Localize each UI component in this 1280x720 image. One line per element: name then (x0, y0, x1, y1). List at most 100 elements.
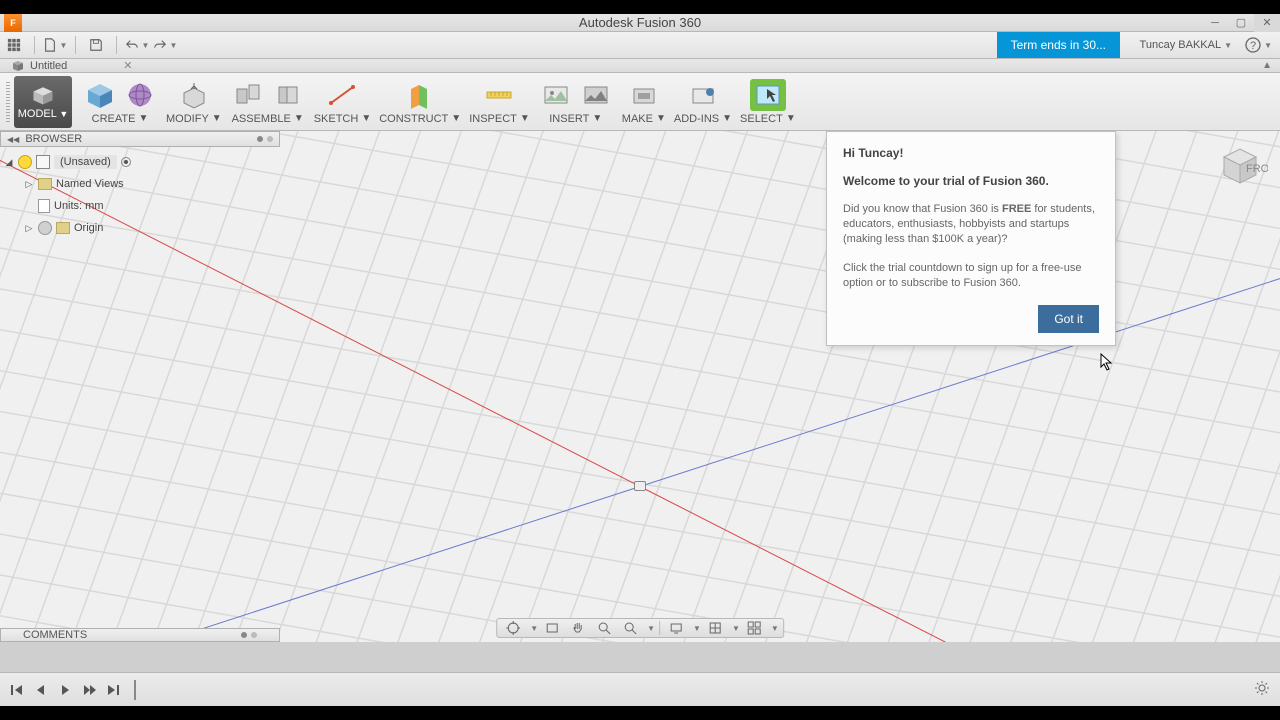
ribbon-group-inspect: INSPECT ▼ (469, 79, 530, 125)
viewport-button[interactable] (742, 619, 766, 637)
expand-icon[interactable]: ▷ (24, 223, 34, 234)
ribbon-group-create: CREATE ▼ (82, 79, 158, 125)
redo-button[interactable]: ▼ (151, 34, 179, 56)
file-menu-button[interactable]: ▼ (41, 34, 69, 56)
got-it-button[interactable]: Got it (1038, 305, 1099, 333)
tree-units[interactable]: Units: mm (0, 195, 280, 217)
grid-settings-button[interactable] (703, 619, 727, 637)
tree-named-views[interactable]: ▷ Named Views (0, 173, 280, 195)
popup-greeting: Hi Tuncay! (843, 146, 1099, 160)
viewcube[interactable]: FRONT (1212, 137, 1268, 193)
timeline-settings-button[interactable] (1254, 680, 1270, 699)
comments-title: COMMENTS (23, 629, 87, 641)
comments-panel[interactable]: COMMENTS (0, 628, 280, 642)
assemble-menu[interactable]: ASSEMBLE ▼ (232, 113, 304, 125)
ribbon-group-addins: ADD-INS ▼ (674, 79, 732, 125)
close-tab-icon[interactable]: ✕ (123, 59, 132, 72)
ribbon-group-assemble: ASSEMBLE ▼ (230, 79, 306, 125)
document-name: Untitled (30, 60, 67, 72)
save-button[interactable] (82, 34, 110, 56)
zoom-button[interactable] (592, 619, 616, 637)
as-built-joint-icon[interactable] (270, 79, 306, 111)
line-tool-icon[interactable] (324, 79, 360, 111)
tree-root[interactable]: ◢ (Unsaved) (0, 151, 280, 173)
viewport[interactable]: FRONT ◀◀ BROWSER ◢ (Unsaved) ▷ (0, 131, 1280, 642)
window-controls: ─ ▢ ✕ (1202, 14, 1280, 32)
trial-countdown-button[interactable]: Term ends in 30... (997, 32, 1120, 58)
box-tool-icon[interactable] (82, 79, 118, 111)
component-icon (36, 155, 50, 169)
create-menu[interactable]: CREATE ▼ (92, 113, 149, 125)
select-tool-icon[interactable] (750, 79, 786, 111)
browser-tree: ◢ (Unsaved) ▷ Named Views Units: mm ▷ (0, 147, 280, 243)
construct-menu[interactable]: CONSTRUCT ▼ (379, 113, 461, 125)
sketch-menu[interactable]: SKETCH ▼ (314, 113, 372, 125)
addins-menu[interactable]: ADD-INS ▼ (674, 113, 732, 125)
timeline-prev-button[interactable] (32, 680, 50, 700)
measure-icon[interactable] (481, 79, 517, 111)
popup-welcome: Welcome to your trial of Fusion 360. (843, 174, 1099, 188)
joint-icon[interactable] (230, 79, 266, 111)
timeline-end-button[interactable] (104, 680, 122, 700)
3d-print-icon[interactable] (626, 79, 662, 111)
ribbon-group-insert: INSERT ▼ (538, 79, 614, 125)
minimize-button[interactable]: ─ (1202, 14, 1228, 32)
collapse-browser-icon[interactable]: ◀◀ (7, 135, 19, 144)
insert-decal-icon[interactable] (538, 79, 574, 111)
origin-marker[interactable] (634, 481, 646, 491)
look-at-button[interactable] (540, 619, 564, 637)
ribbon-group-modify: MODIFY ▼ (166, 79, 222, 125)
folder-icon (38, 178, 52, 190)
insert-menu[interactable]: INSERT ▼ (549, 113, 602, 125)
addins-icon[interactable] (685, 79, 721, 111)
timeline-marker[interactable] (134, 680, 136, 700)
document-tabs: Untitled ✕ ▲ (0, 59, 1280, 73)
close-button[interactable]: ✕ (1254, 14, 1280, 32)
pan-button[interactable] (566, 619, 590, 637)
timeline-play-button[interactable] (56, 680, 74, 700)
welcome-popup: Hi Tuncay! Welcome to your trial of Fusi… (826, 131, 1116, 346)
visibility-off-icon[interactable] (38, 221, 52, 235)
timeline-next-button[interactable] (80, 680, 98, 700)
expand-icon[interactable]: ◢ (4, 157, 14, 168)
app-title: Autodesk Fusion 360 (579, 15, 701, 30)
modify-menu[interactable]: MODIFY ▼ (166, 113, 222, 125)
undo-button[interactable]: ▼ (123, 34, 151, 56)
user-menu-button[interactable]: Tuncay BAKKAL▼ (1140, 39, 1232, 51)
display-settings-button[interactable] (664, 619, 688, 637)
browser-header[interactable]: ◀◀ BROWSER (0, 131, 280, 147)
document-icon (12, 60, 24, 72)
origin-label: Origin (74, 222, 103, 234)
visibility-icon[interactable] (18, 155, 32, 169)
document-tab[interactable]: Untitled ✕ (6, 59, 139, 73)
data-panel-button[interactable] (0, 34, 28, 56)
tree-origin[interactable]: ▷ Origin (0, 217, 280, 239)
workspace-switcher[interactable]: MODEL ▼ (14, 76, 72, 128)
expand-icon[interactable]: ▷ (24, 179, 34, 190)
fit-button[interactable] (618, 619, 642, 637)
ribbon-group-make: MAKE ▼ (622, 79, 666, 125)
make-menu[interactable]: MAKE ▼ (622, 113, 666, 125)
svg-text:FRONT: FRONT (1246, 163, 1268, 175)
navigation-bar: ▼ ▼ ▼ ▼ ▼ (496, 618, 784, 638)
sphere-tool-icon[interactable] (122, 79, 158, 111)
collapse-ribbon-icon[interactable]: ▲ (1262, 60, 1272, 71)
maximize-button[interactable]: ▢ (1228, 14, 1254, 32)
popup-paragraph-1: Did you know that Fusion 360 is FREE for… (843, 202, 1099, 247)
document-icon (38, 199, 50, 213)
timeline-start-button[interactable] (8, 680, 26, 700)
browser-panel: ◀◀ BROWSER ◢ (Unsaved) ▷ Named Views (0, 131, 280, 243)
named-views-label: Named Views (56, 178, 124, 190)
press-pull-icon[interactable] (176, 79, 212, 111)
units-label: Units: mm (54, 200, 104, 212)
construct-plane-icon[interactable] (402, 79, 438, 111)
orbit-button[interactable] (501, 619, 525, 637)
help-button[interactable]: ?▼ (1245, 37, 1272, 53)
ribbon-group-sketch: SKETCH ▼ (314, 79, 372, 125)
attached-canvas-icon[interactable] (578, 79, 614, 111)
root-label: (Unsaved) (54, 155, 117, 169)
popup-paragraph-2: Click the trial countdown to sign up for… (843, 261, 1099, 291)
active-component-icon[interactable] (121, 157, 131, 167)
inspect-menu[interactable]: INSPECT ▼ (469, 113, 530, 125)
select-menu[interactable]: SELECT ▼ (740, 113, 796, 125)
